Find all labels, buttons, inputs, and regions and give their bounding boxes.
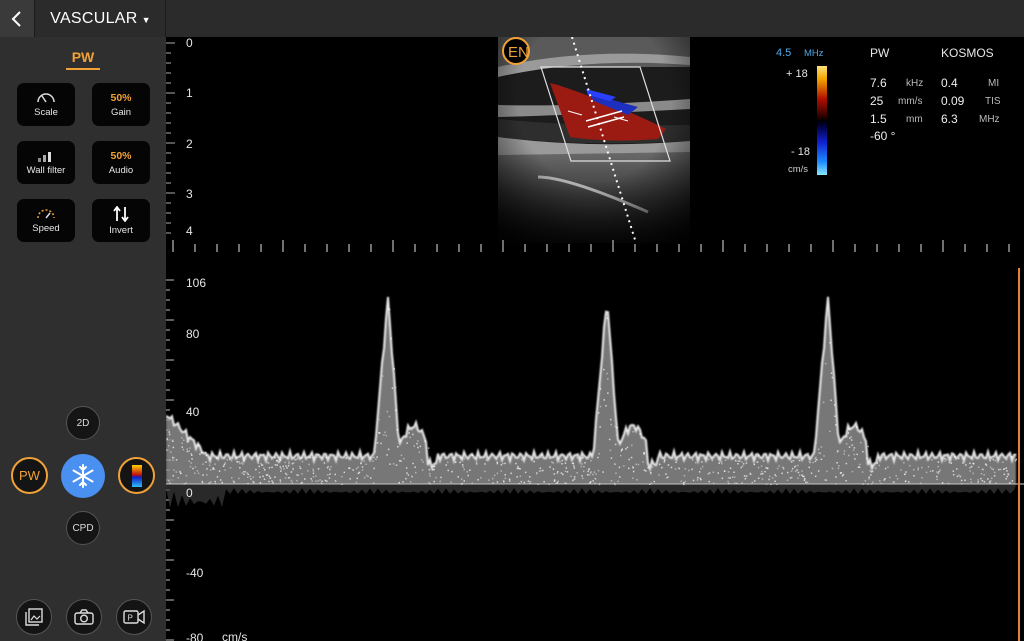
scale-gauge-icon — [37, 93, 55, 103]
svg-text:P: P — [128, 614, 133, 623]
camera-icon — [74, 609, 94, 625]
gallery-button[interactable] — [16, 599, 52, 635]
audio-button[interactable]: 50% Audio — [92, 141, 150, 184]
velocity-label-80: 80 — [186, 327, 200, 341]
color-scale-unit: cm/s — [788, 164, 809, 175]
freeze-button[interactable] — [61, 454, 105, 498]
capture-image-button[interactable] — [66, 599, 102, 635]
speed-button[interactable]: Speed — [17, 199, 75, 242]
color-doppler-button[interactable] — [118, 457, 155, 494]
velocity-label-106: 106 — [186, 276, 207, 290]
mode-2d-label: 2D — [76, 417, 90, 429]
invert-arrows-icon — [113, 205, 129, 222]
param-prf-value: 7.6 — [870, 76, 887, 90]
chevron-left-icon — [11, 10, 21, 27]
video-record-icon: P — [123, 609, 145, 625]
param-brand: KOSMOS — [941, 46, 994, 60]
depth-ruler — [166, 42, 175, 234]
sidebar: PW Scale 50% Gain Wall filter 50% Audio … — [0, 37, 166, 641]
freq-unit: MHz — [804, 48, 824, 59]
snowflake-icon — [72, 464, 94, 488]
top-bar: VASCULAR ▼ — [0, 0, 1024, 37]
ultrasound-app: VASCULAR ▼ PW Scale 50% Gain Wall filter… — [0, 0, 1024, 641]
invert-label: Invert — [109, 224, 133, 236]
gain-label: Gain — [110, 106, 132, 118]
param-mode: PW — [870, 46, 890, 60]
depth-label-3: 3 — [186, 187, 193, 201]
preset-dropdown[interactable]: VASCULAR ▼ — [36, 0, 166, 37]
depth-label-2: 2 — [186, 137, 193, 151]
mode-cpd-button[interactable]: CPD — [66, 511, 100, 545]
param-prf-unit: kHz — [906, 78, 924, 89]
param-freq-unit: MHz — [979, 114, 1000, 125]
velocity-label-40: 40 — [186, 405, 200, 419]
color-velocity-bar — [817, 66, 827, 175]
doppler-spectrum[interactable] — [166, 268, 1024, 641]
color-scale-top: + 18 — [786, 68, 808, 80]
param-mi-value: 0.4 — [941, 76, 958, 90]
record-video-button[interactable]: P — [116, 599, 152, 635]
speed-label: Speed — [32, 223, 60, 234]
mode-pw-label: PW — [19, 468, 40, 483]
time-marker-bar — [172, 240, 1010, 252]
wall-filter-button[interactable]: Wall filter — [17, 141, 75, 184]
mode-cpd-label: CPD — [72, 522, 94, 534]
audio-label: Audio — [108, 164, 134, 176]
back-button[interactable] — [0, 0, 35, 37]
velocity-label-neg40: -40 — [186, 566, 204, 580]
mode-label: PW — [66, 49, 100, 70]
param-gate-unit: mm — [906, 114, 923, 125]
freq-value: 4.5 — [776, 47, 792, 59]
invert-button[interactable]: Invert — [92, 199, 150, 242]
param-mi-unit: MI — [988, 78, 1000, 89]
wall-filter-label: Wall filter — [26, 164, 66, 176]
velocity-unit: cm/s — [222, 630, 248, 641]
scale-button[interactable]: Scale — [17, 83, 75, 126]
svg-text:EN: EN — [508, 44, 529, 61]
param-sweep-unit: mm/s — [898, 96, 923, 107]
param-tis-unit: TIS — [985, 96, 1001, 107]
param-freq-value: 6.3 — [941, 112, 958, 126]
speed-gauge-icon — [37, 209, 55, 219]
color-scale-bottom: - 18 — [791, 146, 810, 158]
scale-label: Scale — [34, 107, 58, 118]
mode-2d-button[interactable]: 2D — [66, 406, 100, 440]
velocity-label-0: 0 — [186, 486, 193, 500]
wall-filter-bars-icon — [38, 151, 51, 162]
param-tis-value: 0.09 — [941, 94, 965, 108]
preset-label: VASCULAR — [50, 9, 138, 27]
depth-label-0: 0 — [186, 36, 193, 50]
depth-label-4: 4 — [186, 224, 193, 238]
bmode-image[interactable]: EN — [498, 37, 690, 243]
caret-down-icon: ▼ — [141, 14, 151, 25]
gain-button[interactable]: 50% Gain — [92, 83, 150, 126]
velocity-label-neg80: -80 — [186, 631, 204, 641]
param-angle: -60 ° — [870, 129, 896, 143]
param-gate-value: 1.5 — [870, 112, 887, 126]
depth-label-1: 1 — [186, 86, 193, 100]
gain-value: 50% — [110, 91, 132, 104]
mode-pw-button[interactable]: PW — [11, 457, 48, 494]
gallery-icon — [25, 608, 43, 626]
color-gradient-icon — [131, 464, 142, 487]
audio-value: 50% — [110, 149, 132, 162]
param-sweep-value: 25 — [870, 94, 884, 108]
